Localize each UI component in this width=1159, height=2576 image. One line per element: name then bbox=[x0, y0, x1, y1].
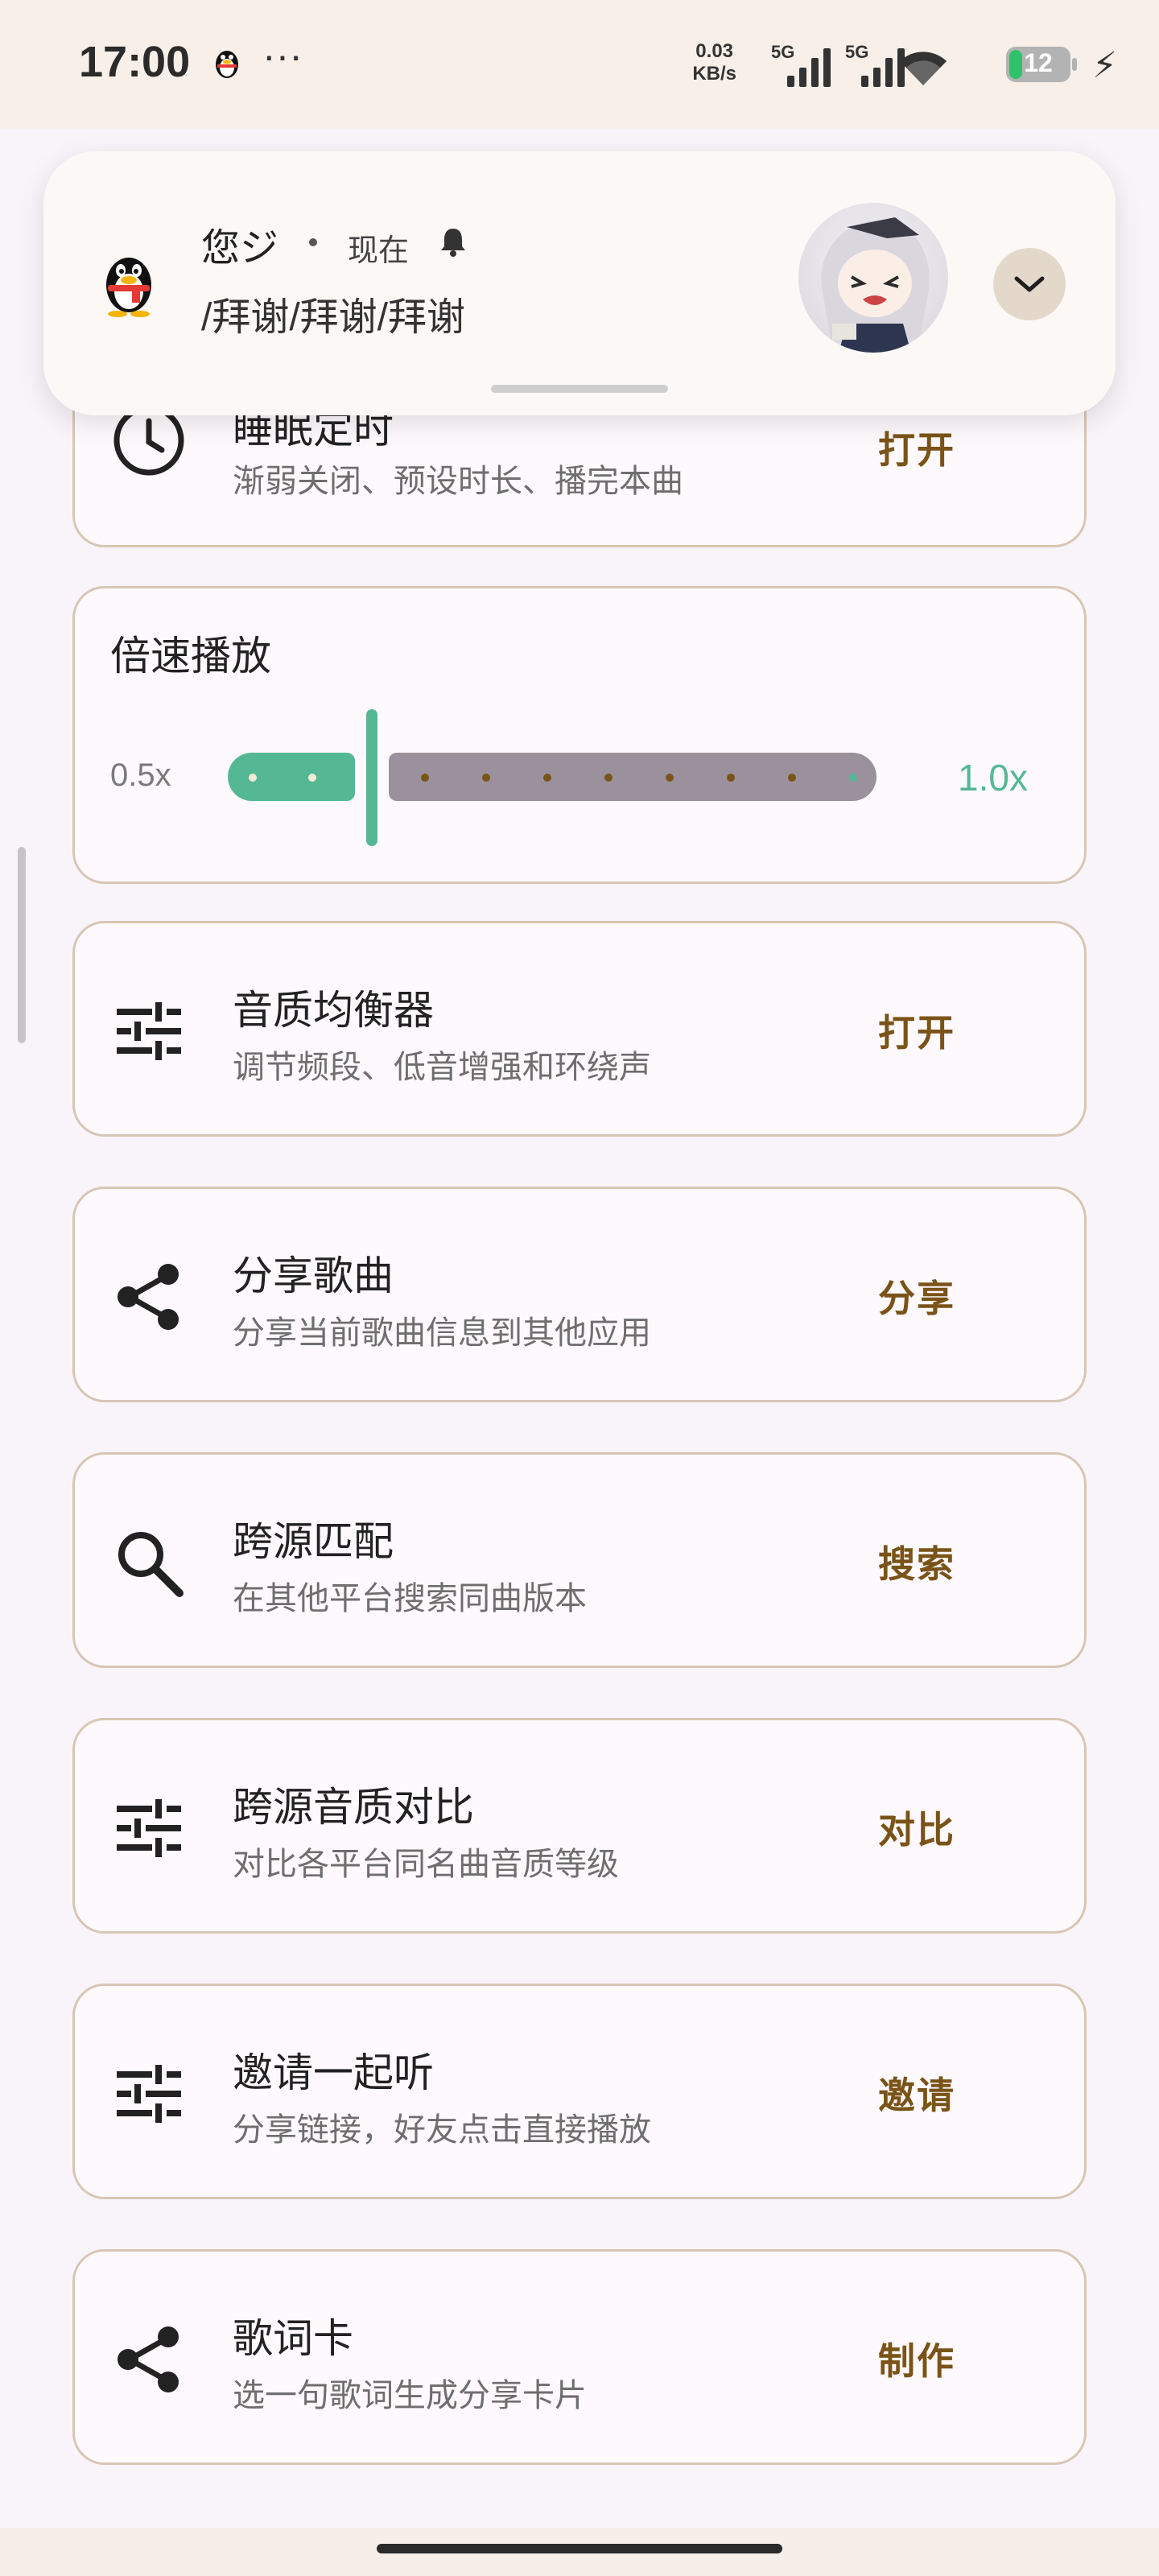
open-equalizer-button[interactable]: 打开 bbox=[878, 1004, 955, 1057]
search-button[interactable]: 搜索 bbox=[878, 1535, 955, 1588]
slider-tick bbox=[421, 774, 429, 782]
speed-current-value: 1.0x bbox=[958, 757, 1028, 799]
slider-tick bbox=[543, 774, 551, 782]
equalizer-card[interactable]: 音质均衡器 调节频段、低音增强和环绕声 打开 bbox=[72, 921, 1087, 1137]
open-sleep-timer-button[interactable]: 打开 bbox=[878, 421, 955, 474]
tune-icon bbox=[117, 1002, 181, 1060]
status-bar: 17:00 ··· 0.03 KB/s 5G 5G 12 ⚡ bbox=[0, 0, 1159, 129]
speed-min-label: 0.5x bbox=[110, 758, 171, 793]
card-title: 倍速播放 bbox=[110, 634, 271, 679]
slider-active-track bbox=[228, 753, 355, 801]
bell-icon bbox=[441, 229, 465, 257]
share-song-card[interactable]: 分享歌曲 分享当前歌曲信息到其他应用 分享 bbox=[72, 1187, 1087, 1402]
card-subtitle: 对比各平台同名曲音质等级 bbox=[233, 1847, 619, 1882]
card-title: 跨源音质对比 bbox=[233, 1785, 474, 1830]
notification-message: /拜谢/拜谢/拜谢 bbox=[201, 296, 466, 339]
card-title: 分享歌曲 bbox=[233, 1253, 394, 1298]
slider-tick bbox=[482, 774, 490, 782]
card-title: 跨源匹配 bbox=[233, 1519, 394, 1564]
card-subtitle: 选一句歌词生成分享卡片 bbox=[233, 2378, 587, 2413]
separator-dot bbox=[309, 238, 317, 246]
quality-compare-card[interactable]: 跨源音质对比 对比各平台同名曲音质等级 对比 bbox=[72, 1718, 1087, 1934]
net-speed-value: 0.03 bbox=[695, 40, 734, 62]
share-icon bbox=[118, 1264, 179, 1330]
slider-tick bbox=[727, 774, 735, 782]
card-subtitle: 分享当前歌曲信息到其他应用 bbox=[233, 1315, 651, 1351]
compare-button[interactable]: 对比 bbox=[878, 1801, 955, 1854]
sender-avatar bbox=[798, 203, 948, 353]
playback-speed-slider[interactable] bbox=[225, 709, 885, 846]
card-title: 音质均衡器 bbox=[233, 988, 434, 1033]
card-subtitle: 分享链接，好友点击直接播放 bbox=[233, 2112, 651, 2148]
slider-inactive-track bbox=[389, 753, 876, 801]
battery-icon: 12 bbox=[1006, 47, 1077, 82]
notification-drag-handle[interactable] bbox=[491, 385, 668, 393]
lyric-card-card[interactable]: 歌词卡 选一句歌词生成分享卡片 制作 bbox=[72, 2249, 1087, 2465]
search-icon bbox=[118, 1532, 184, 1597]
wifi-icon bbox=[900, 52, 947, 85]
scrollbar[interactable] bbox=[18, 847, 26, 1043]
slider-thumb[interactable] bbox=[366, 709, 377, 846]
slider-tick bbox=[788, 774, 796, 782]
qq-penguin-icon bbox=[216, 51, 238, 78]
gesture-nav-handle[interactable] bbox=[377, 2544, 782, 2553]
make-lyric-card-button[interactable]: 制作 bbox=[878, 2332, 955, 2385]
notification-sender: 您ジ bbox=[201, 227, 279, 270]
card-subtitle: 在其他平台搜索同曲版本 bbox=[233, 1581, 587, 1616]
slider-tick bbox=[308, 774, 316, 782]
network-speed: 0.03 KB/s bbox=[692, 40, 736, 85]
message-notification[interactable]: 您ジ 现在 /拜谢/拜谢/拜谢 bbox=[43, 151, 1116, 415]
card-subtitle: 调节频段、低音增强和环绕声 bbox=[233, 1050, 651, 1085]
share-button[interactable]: 分享 bbox=[878, 1269, 955, 1323]
chevron-down-icon bbox=[1014, 276, 1045, 292]
slider-tick bbox=[604, 774, 612, 782]
slider-tick bbox=[666, 774, 674, 782]
qq-app-icon bbox=[106, 258, 151, 317]
card-subtitle: 渐弱关闭、预设时长、播完本曲 bbox=[233, 464, 683, 499]
battery-level: 12 bbox=[1024, 48, 1053, 77]
card-title: 歌词卡 bbox=[233, 2316, 353, 2361]
anime-avatar-image bbox=[821, 217, 930, 353]
invite-button[interactable]: 邀请 bbox=[878, 2066, 955, 2120]
charging-icon: ⚡ bbox=[1092, 46, 1117, 85]
cross-source-match-card[interactable]: 跨源匹配 在其他平台搜索同曲版本 搜索 bbox=[72, 1452, 1087, 1668]
expand-notification-button[interactable] bbox=[993, 248, 1066, 320]
clock: 17:00 bbox=[79, 38, 191, 86]
tune-icon bbox=[117, 1799, 181, 1857]
listen-together-card[interactable]: 邀请一起听 分享链接，好友点击直接播放 邀请 bbox=[72, 1984, 1087, 2199]
card-title: 邀请一起听 bbox=[233, 2050, 434, 2095]
slider-end-tick bbox=[849, 774, 857, 782]
tune-icon bbox=[117, 2065, 181, 2123]
notification-time: 现在 bbox=[348, 234, 410, 268]
more-notifications-icon: ··· bbox=[262, 33, 303, 78]
signal-bars-icon bbox=[787, 47, 831, 87]
share-icon bbox=[118, 2326, 179, 2392]
net-speed-unit: KB/s bbox=[692, 63, 736, 85]
slider-tick bbox=[249, 774, 257, 782]
playback-speed-card: 倍速播放 0.5x 1.0x bbox=[72, 586, 1087, 884]
